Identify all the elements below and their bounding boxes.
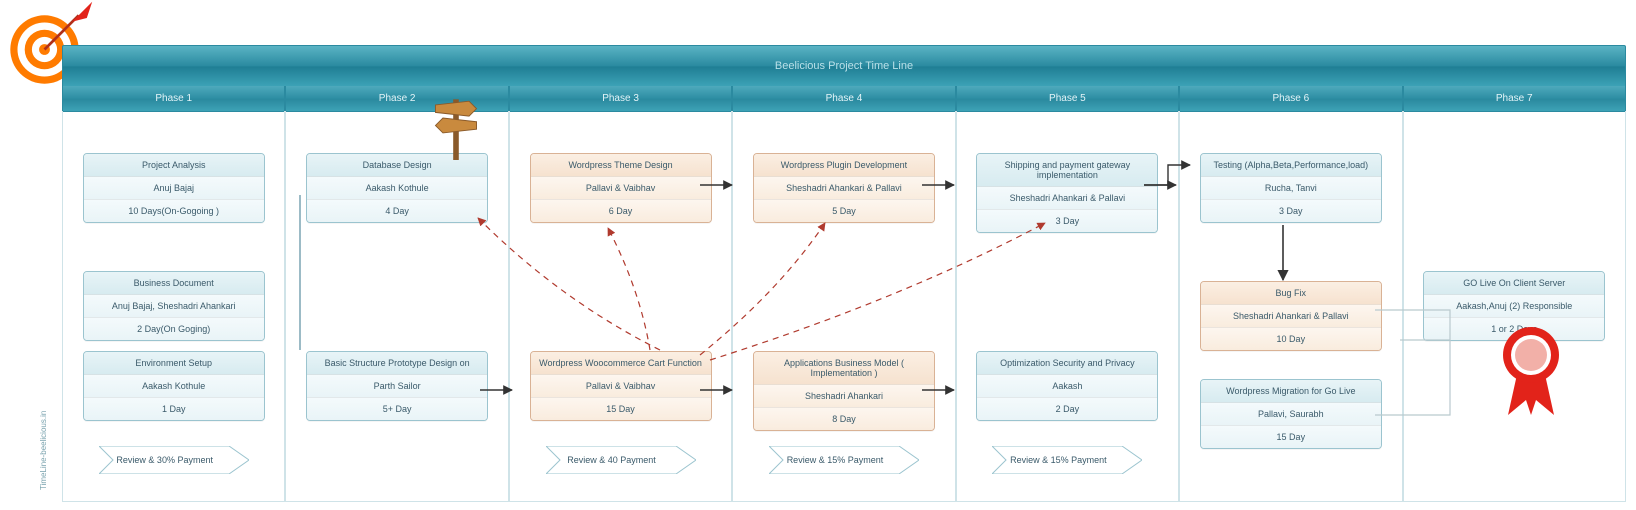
card-who: Rucha, Tanvi: [1201, 177, 1381, 200]
card-title: Wordpress Theme Design: [531, 154, 711, 177]
card-title: Bug Fix: [1201, 282, 1381, 305]
card-project-analysis: Project Analysis Anuj Bajaj 10 Days(On-G…: [83, 153, 265, 223]
card-who: Aakash,Anuj (2) Responsible: [1424, 295, 1604, 318]
card-wp-migration: Wordpress Migration for Go Live Pallavi,…: [1200, 379, 1382, 449]
card-title: Business Document: [84, 272, 264, 295]
card-title: Applications Business Model ( Implementa…: [754, 352, 934, 385]
card-duration: 6 Day: [531, 200, 711, 222]
card-title: Environment Setup: [84, 352, 264, 375]
card-title: Basic Structure Prototype Design on: [307, 352, 487, 375]
lane-phase-5: Shipping and payment gateway implementat…: [956, 111, 1179, 502]
milestone-review-15a: Review & 15% Payment: [769, 446, 919, 474]
card-shipping-payment: Shipping and payment gateway implementat…: [976, 153, 1158, 233]
swimlanes: Project Analysis Anuj Bajaj 10 Days(On-G…: [62, 111, 1626, 502]
card-title: Optimization Security and Privacy: [977, 352, 1157, 375]
phase-header-row: Phase 1 Phase 2 Phase 3 Phase 4 Phase 5 …: [62, 86, 1626, 112]
card-duration: 4 Day: [307, 200, 487, 222]
card-duration: 1 Day: [84, 398, 264, 420]
card-title: Shipping and payment gateway implementat…: [977, 154, 1157, 187]
card-title: Project Analysis: [84, 154, 264, 177]
card-who: Sheshadri Ahankari & Pallavi: [977, 187, 1157, 210]
timeline-diagram: { "title": "Beelicious Project Time Line…: [0, 0, 1636, 510]
card-who: Sheshadri Ahankari & Pallavi: [1201, 305, 1381, 328]
card-wp-plugin: Wordpress Plugin Development Sheshadri A…: [753, 153, 935, 223]
card-who: Pallavi & Vaibhav: [531, 177, 711, 200]
card-basic-structure: Basic Structure Prototype Design on Part…: [306, 351, 488, 421]
card-who: Aakash: [977, 375, 1157, 398]
phase-header: Phase 4: [732, 86, 955, 112]
milestone-label: Review & 30% Payment: [99, 446, 231, 474]
milestone-label: Review & 15% Payment: [769, 446, 901, 474]
card-duration: 10 Days(On-Gogoing ): [84, 200, 264, 222]
card-who: Pallavi, Saurabh: [1201, 403, 1381, 426]
milestone-label: Review & 40 Payment: [546, 446, 678, 474]
card-duration: 15 Day: [531, 398, 711, 420]
card-duration: 10 Day: [1201, 328, 1381, 350]
card-duration: 3 Day: [977, 210, 1157, 232]
card-business-document: Business Document Anuj Bajaj, Sheshadri …: [83, 271, 265, 341]
phase-header: Phase 7: [1403, 86, 1626, 112]
lane-phase-6: Testing (Alpha,Beta,Performance,load) Ru…: [1179, 111, 1402, 502]
card-title: Wordpress Woocommerce Cart Function: [531, 352, 711, 375]
card-app-business-model: Applications Business Model ( Implementa…: [753, 351, 935, 431]
card-who: Sheshadri Ahankari: [754, 385, 934, 408]
card-title: Wordpress Migration for Go Live: [1201, 380, 1381, 403]
lane-phase-7: GO Live On Client Server Aakash,Anuj (2)…: [1403, 111, 1626, 502]
milestone-review-15b: Review & 15% Payment: [992, 446, 1142, 474]
card-duration: 2 Day(On Goging): [84, 318, 264, 340]
card-duration: 3 Day: [1201, 200, 1381, 222]
phase-header: Phase 6: [1179, 86, 1402, 112]
card-who: Anuj Bajaj: [84, 177, 264, 200]
diagram-frame: Beelicious Project Time Line Phase 1 Pha…: [62, 45, 1626, 502]
card-who: Aakash Kothule: [307, 177, 487, 200]
card-bug-fix: Bug Fix Sheshadri Ahankari & Pallavi 10 …: [1200, 281, 1382, 351]
card-who: Parth Sailor: [307, 375, 487, 398]
card-duration: 2 Day: [977, 398, 1157, 420]
card-testing: Testing (Alpha,Beta,Performance,load) Ru…: [1200, 153, 1382, 223]
card-title: GO Live On Client Server: [1424, 272, 1604, 295]
card-who: Sheshadri Ahankari & Pallavi: [754, 177, 934, 200]
phase-header: Phase 1: [62, 86, 285, 112]
lane-phase-3: Wordpress Theme Design Pallavi & Vaibhav…: [509, 111, 732, 502]
milestone-review-40: Review & 40 Payment: [546, 446, 696, 474]
card-duration: 15 Day: [1201, 426, 1381, 448]
card-title: Wordpress Plugin Development: [754, 154, 934, 177]
milestone-review-30: Review & 30% Payment: [99, 446, 249, 474]
phase-header: Phase 5: [956, 86, 1179, 112]
card-who: Pallavi & Vaibhav: [531, 375, 711, 398]
signpost-icon: [428, 90, 484, 160]
card-duration: 5 Day: [754, 200, 934, 222]
lane-phase-1: Project Analysis Anuj Bajaj 10 Days(On-G…: [62, 111, 285, 502]
card-title: Testing (Alpha,Beta,Performance,load): [1201, 154, 1381, 177]
card-wp-theme: Wordpress Theme Design Pallavi & Vaibhav…: [530, 153, 712, 223]
card-who: Aakash Kothule: [84, 375, 264, 398]
card-who: Anuj Bajaj, Sheshadri Ahankari: [84, 295, 264, 318]
card-optimization: Optimization Security and Privacy Aakash…: [976, 351, 1158, 421]
side-label: TimeLine-beelicious.in: [39, 411, 48, 490]
lane-phase-2: Database Design Aakash Kothule 4 Day Bas…: [285, 111, 508, 502]
award-ribbon-icon: [1496, 320, 1566, 420]
card-duration: 8 Day: [754, 408, 934, 430]
card-environment-setup: Environment Setup Aakash Kothule 1 Day: [83, 351, 265, 421]
phase-header: Phase 3: [509, 86, 732, 112]
diagram-title: Beelicious Project Time Line: [62, 45, 1626, 86]
lane-phase-4: Wordpress Plugin Development Sheshadri A…: [732, 111, 955, 502]
card-wp-woocommerce: Wordpress Woocommerce Cart Function Pall…: [530, 351, 712, 421]
card-duration: 5+ Day: [307, 398, 487, 420]
milestone-label: Review & 15% Payment: [992, 446, 1124, 474]
